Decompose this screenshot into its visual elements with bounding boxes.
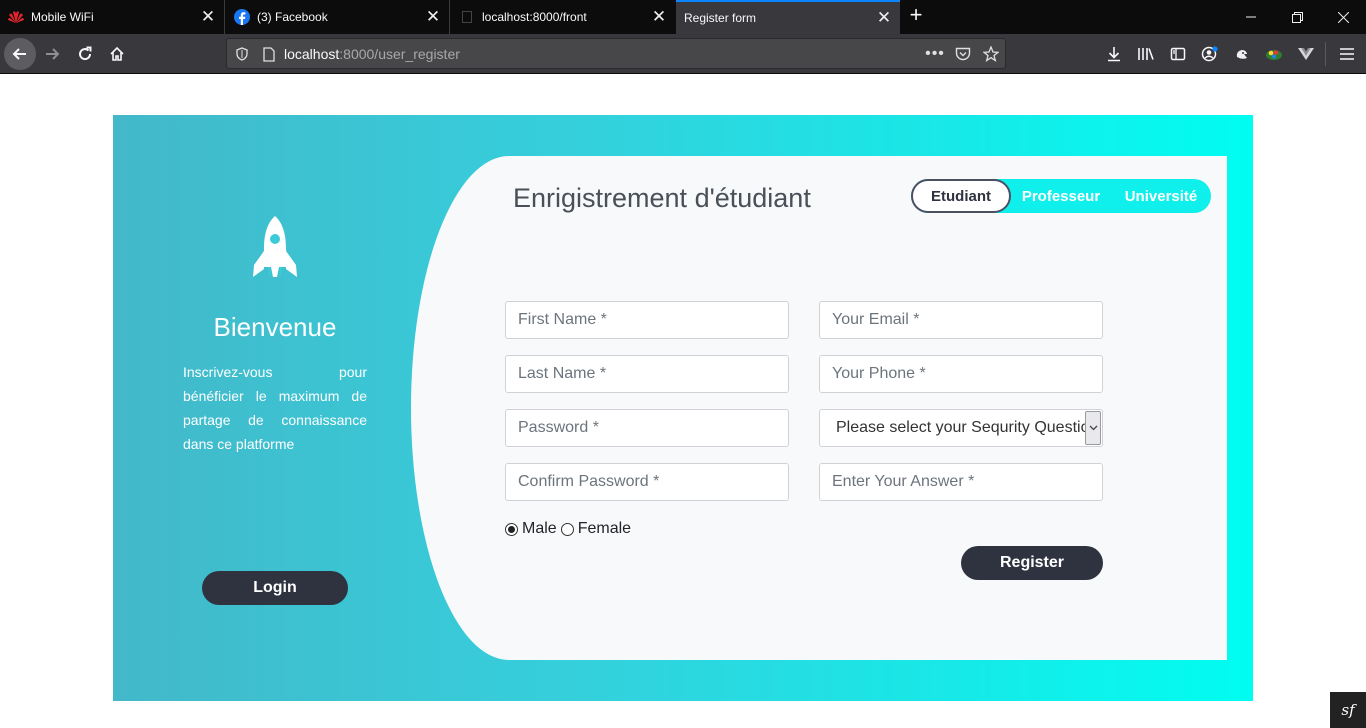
login-button[interactable]: Login <box>202 571 348 605</box>
tab-etudiant[interactable]: Etudiant <box>911 179 1011 213</box>
tab-professeur[interactable]: Professeur <box>1011 179 1111 213</box>
huawei-logo-icon <box>8 9 24 25</box>
page-info-icon[interactable] <box>261 45 277 63</box>
welcome-title: Bienvenue <box>213 312 337 342</box>
hamburger-menu-icon <box>1340 48 1354 60</box>
tab-title: (3) Facebook <box>257 10 328 24</box>
female-radio[interactable] <box>560 522 574 536</box>
page-actions-icon[interactable]: ••• <box>925 45 945 63</box>
first-name-input[interactable]: First Name * <box>505 301 789 339</box>
phone-input[interactable]: Your Phone * <box>819 355 1103 393</box>
close-tab-icon[interactable]: ✕ <box>647 7 671 27</box>
sidebar-icon <box>1170 47 1186 61</box>
menu-button[interactable] <box>1331 38 1363 70</box>
register-form-card: Enrigistrement d'étudiant Etudiant Profe… <box>411 156 1227 660</box>
security-question-value: Please select your Sequrity Question <box>836 419 1099 436</box>
close-tab-icon[interactable]: ✕ <box>196 7 220 27</box>
register-container: Bienvenue Inscrivez-vous pour bénéficier… <box>113 115 1253 701</box>
close-tab-icon[interactable]: ✕ <box>872 8 896 28</box>
male-radio[interactable] <box>505 522 518 536</box>
tab-mobile-wifi[interactable]: Mobile WiFi ✕ <box>0 0 225 34</box>
pocket-icon[interactable] <box>954 45 972 63</box>
tab-title: localhost:8000/front <box>482 10 587 24</box>
tab-facebook[interactable]: (3) Facebook ✕ <box>226 0 450 34</box>
url-path: :8000/user_register <box>339 46 460 62</box>
page-icon <box>459 9 475 25</box>
bookmark-star-icon[interactable] <box>982 45 1000 63</box>
tab-title: Mobile WiFi <box>31 10 94 24</box>
male-label: Male <box>522 520 557 537</box>
address-bar[interactable]: localhost:8000/user_register ••• <box>226 38 1006 69</box>
library-button[interactable] <box>1130 38 1162 70</box>
tab-bar: Mobile WiFi ✕ (3) Facebook ✕ localhost:8… <box>0 0 1366 34</box>
forward-button[interactable] <box>36 38 68 70</box>
reload-button[interactable] <box>69 38 101 70</box>
tab-localhost-front[interactable]: localhost:8000/front ✕ <box>451 0 675 34</box>
tab-universite[interactable]: Université <box>1111 179 1211 213</box>
account-icon <box>1201 46 1218 62</box>
gender-group: Male Female <box>505 520 635 538</box>
account-button[interactable] <box>1194 38 1226 70</box>
symfony-toolbar-icon[interactable]: sf <box>1330 692 1366 728</box>
download-icon <box>1108 47 1120 62</box>
vue-devtools-icon[interactable] <box>1290 38 1322 70</box>
extension-icon[interactable] <box>1226 38 1258 70</box>
welcome-panel: Bienvenue Inscrivez-vous pour bénéficier… <box>113 115 443 701</box>
library-icon <box>1138 48 1154 60</box>
close-window-icon[interactable] <box>1320 0 1366 34</box>
close-tab-icon[interactable]: ✕ <box>421 7 445 27</box>
facebook-icon <box>234 9 250 25</box>
new-tab-button[interactable]: + <box>904 4 928 28</box>
password-input[interactable]: Password * <box>505 409 789 447</box>
register-button[interactable]: Register <box>961 546 1103 580</box>
chevron-down-icon[interactable] <box>1085 411 1101 445</box>
url-host: localhost <box>284 46 340 62</box>
role-switch: Etudiant Professeur Université <box>911 179 1211 213</box>
url-text: localhost:8000/user_register <box>284 46 460 62</box>
reload-icon <box>79 46 92 61</box>
downloads-button[interactable] <box>1098 38 1130 70</box>
confirm-password-input[interactable]: Confirm Password * <box>505 463 789 501</box>
sidebar-button[interactable] <box>1162 38 1194 70</box>
color-extension-icon[interactable] <box>1258 38 1290 70</box>
last-name-input[interactable]: Last Name * <box>505 355 789 393</box>
back-arrow-icon <box>12 48 26 60</box>
home-icon <box>110 46 124 61</box>
form-title: Enrigistrement d'étudiant <box>513 183 811 213</box>
welcome-text: Inscrivez-vous pour bénéficier le maximu… <box>183 364 367 452</box>
security-question-select[interactable]: Please select your Sequrity Question <box>819 409 1103 447</box>
toolbar-divider <box>1325 42 1326 66</box>
navigation-bar: localhost:8000/user_register ••• <box>0 34 1366 74</box>
shield-icon[interactable] <box>233 45 251 63</box>
female-label: Female <box>577 520 632 537</box>
restore-window-icon[interactable] <box>1274 0 1320 34</box>
back-button[interactable] <box>4 38 36 70</box>
minimize-window-icon[interactable] <box>1228 0 1274 34</box>
page-viewport: Bienvenue Inscrivez-vous pour bénéficier… <box>0 75 1366 728</box>
tab-title: Register form <box>684 11 757 25</box>
answer-input[interactable]: Enter Your Answer * <box>819 463 1103 501</box>
forward-arrow-icon <box>46 48 60 60</box>
rocket-icon <box>253 216 297 277</box>
email-input[interactable]: Your Email * <box>819 301 1103 339</box>
tab-register-form[interactable]: Register form ✕ <box>676 0 900 34</box>
home-button[interactable] <box>101 38 133 70</box>
